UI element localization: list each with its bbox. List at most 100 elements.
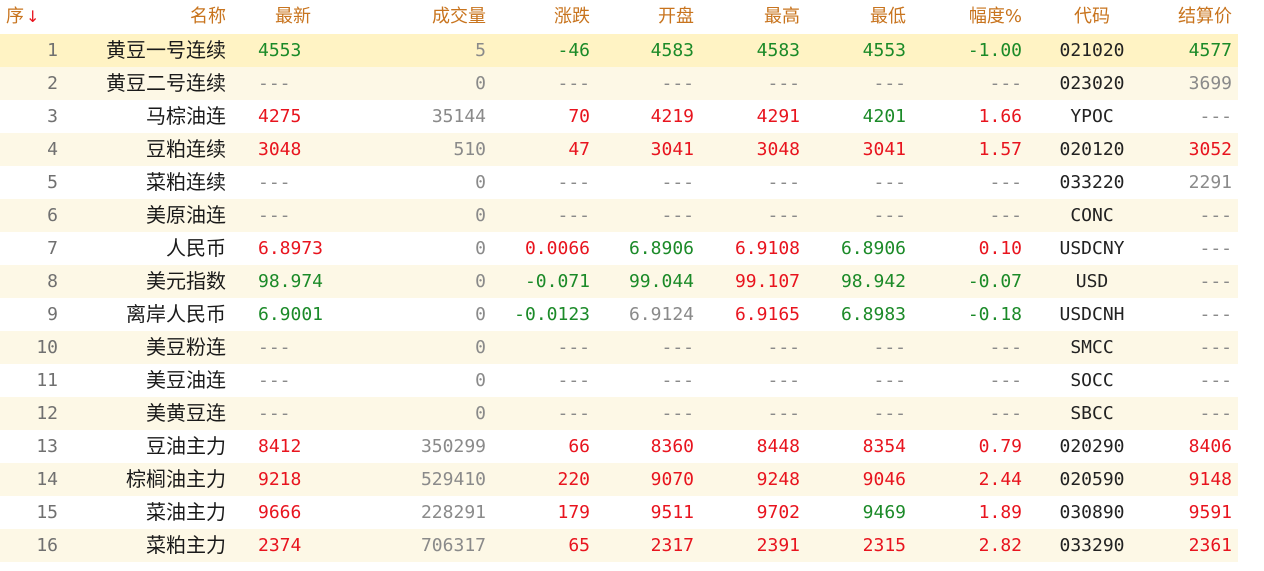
- cell-name: 美豆粉连: [146, 335, 226, 359]
- cell-change: -46: [557, 40, 590, 61]
- cell-open: ---: [661, 337, 694, 358]
- table-row[interactable]: 5 菜粕连续 --- 0 --- --- --- --- --- 033220 2291: [0, 166, 1238, 199]
- cell-settle: ---: [1199, 370, 1232, 391]
- cell-open: ---: [661, 172, 694, 193]
- cell-volume: 5: [475, 40, 486, 61]
- table-row[interactable]: 12 美黄豆连 --- 0 --- --- --- --- --- SBCC ---: [0, 397, 1238, 430]
- column-header-change[interactable]: 涨跌: [490, 0, 590, 34]
- column-header-high[interactable]: 最高: [698, 0, 800, 34]
- cell-seq: 11: [36, 370, 58, 391]
- table-row[interactable]: 16 菜粕主力 2374 706317 65 2317 2391 2315 2.82 033290…: [0, 529, 1238, 562]
- cell-seq: 13: [36, 436, 58, 457]
- cell-open: ---: [661, 73, 694, 94]
- cell-name: 马棕油连: [146, 104, 226, 128]
- cell-low: 4553: [862, 40, 906, 61]
- cell-code: 020120: [1059, 139, 1125, 160]
- cell-change: ---: [557, 172, 590, 193]
- cell-seq: 8: [47, 271, 58, 292]
- cell-seq: 3: [47, 106, 58, 127]
- table-row[interactable]: 10 美豆粉连 --- 0 --- --- --- --- --- SMCC ---: [0, 331, 1238, 364]
- cell-high: 4583: [756, 40, 800, 61]
- cell-settle: 2361: [1188, 535, 1232, 556]
- table-row[interactable]: 13 豆油主力 8412 350299 66 8360 8448 8354 0.79 020290…: [0, 430, 1238, 463]
- column-header-pct[interactable]: 幅度%: [912, 0, 1022, 34]
- cell-high: ---: [767, 205, 800, 226]
- cell-last: 9666: [258, 502, 302, 523]
- column-header-low[interactable]: 最低: [804, 0, 906, 34]
- table-row[interactable]: 2 黄豆二号连续 --- 0 --- --- --- --- --- 023020 3699: [0, 67, 1238, 100]
- cell-seq: 9: [47, 304, 58, 325]
- cell-volume: 0: [475, 304, 486, 325]
- cell-name: 美黄豆连: [146, 401, 226, 425]
- column-header-last[interactable]: 最新: [258, 0, 328, 34]
- table-body: 1 黄豆一号连续 4553 5 -46 4583 4583 4553 -1.00 021020 45…: [0, 34, 1238, 562]
- cell-last: ---: [258, 403, 291, 424]
- table-row[interactable]: 4 豆粕连续 3048 510 47 3041 3048 3041 1.57 020120 3052: [0, 133, 1238, 166]
- table-row[interactable]: 14 棕榈油主力 9218 529410 220 9070 9248 9046 2.44 0205…: [0, 463, 1238, 496]
- cell-settle: ---: [1199, 106, 1232, 127]
- table-row[interactable]: 1 黄豆一号连续 4553 5 -46 4583 4583 4553 -1.00 021020 45…: [0, 34, 1238, 67]
- column-header-open[interactable]: 开盘: [590, 0, 694, 34]
- cell-change: ---: [557, 205, 590, 226]
- cell-code: 033220: [1059, 172, 1125, 193]
- cell-change: ---: [557, 403, 590, 424]
- cell-volume: 0: [475, 205, 486, 226]
- cell-change: ---: [557, 370, 590, 391]
- cell-last: 9218: [258, 469, 302, 490]
- cell-low: ---: [873, 172, 906, 193]
- table-row[interactable]: 3 马棕油连 4275 35144 70 4219 4291 4201 1.66 YPOC ---: [0, 100, 1238, 133]
- cell-code: CONC: [1070, 205, 1114, 226]
- cell-change: 70: [568, 106, 590, 127]
- cell-pct: 1.66: [978, 106, 1022, 127]
- cell-name: 豆粕连续: [146, 137, 226, 161]
- cell-code: SMCC: [1070, 337, 1114, 358]
- cell-settle: ---: [1199, 205, 1232, 226]
- cell-settle: ---: [1199, 403, 1232, 424]
- cell-last: 98.974: [258, 271, 324, 292]
- cell-settle: ---: [1199, 271, 1232, 292]
- cell-last: 6.9001: [258, 304, 324, 325]
- cell-open: 9070: [650, 469, 694, 490]
- cell-low: 9046: [862, 469, 906, 490]
- cell-name: 人民币: [166, 236, 226, 260]
- table-row[interactable]: 9 离岸人民币 6.9001 0 -0.0123 6.9124 6.9165 6.8983 -0…: [0, 298, 1238, 331]
- table-row[interactable]: 8 美元指数 98.974 0 -0.071 99.044 99.107 98.942 -0.0…: [0, 265, 1238, 298]
- cell-low: ---: [873, 73, 906, 94]
- cell-code: USD: [1075, 271, 1109, 292]
- cell-settle: ---: [1199, 304, 1232, 325]
- cell-low: ---: [873, 370, 906, 391]
- cell-name: 棕榈油主力: [126, 467, 226, 491]
- cell-open: ---: [661, 403, 694, 424]
- column-header-name[interactable]: 名称: [60, 0, 226, 34]
- cell-name: 菜粕连续: [146, 170, 226, 194]
- table-header: 序 ↓ 名称 最新 成交量 涨跌 开盘 最高 最低 幅度% 代码 结算价: [0, 0, 1238, 34]
- cell-high: ---: [767, 337, 800, 358]
- cell-last: ---: [258, 337, 291, 358]
- cell-low: 98.942: [840, 271, 906, 292]
- table-row[interactable]: 11 美豆油连 --- 0 --- --- --- --- --- SOCC ---: [0, 364, 1238, 397]
- table-row[interactable]: 15 菜油主力 9666 228291 179 9511 9702 9469 1.89 03089…: [0, 496, 1238, 529]
- cell-change: 0.0066: [524, 238, 590, 259]
- table-row[interactable]: 6 美原油连 --- 0 --- --- --- --- --- CONC ---: [0, 199, 1238, 232]
- cell-seq: 4: [47, 139, 58, 160]
- cell-high: ---: [767, 73, 800, 94]
- cell-seq: 2: [47, 73, 58, 94]
- cell-low: 3041: [862, 139, 906, 160]
- column-header-settle[interactable]: 结算价: [1148, 0, 1232, 34]
- cell-volume: 0: [475, 370, 486, 391]
- cell-low: 6.8906: [840, 238, 906, 259]
- column-header-volume[interactable]: 成交量: [380, 0, 486, 34]
- cell-change: ---: [557, 337, 590, 358]
- cell-last: 3048: [258, 139, 302, 160]
- cell-last: 2374: [258, 535, 302, 556]
- cell-low: ---: [873, 337, 906, 358]
- cell-open: ---: [661, 205, 694, 226]
- cell-high: 4291: [756, 106, 800, 127]
- table-row[interactable]: 7 人民币 6.8973 0 0.0066 6.8906 6.9108 6.8906 0.10 U…: [0, 232, 1238, 265]
- cell-pct: 1.89: [978, 502, 1022, 523]
- column-header-seq[interactable]: 序 ↓: [6, 0, 58, 34]
- cell-pct: -0.18: [967, 304, 1022, 325]
- cell-low: ---: [873, 403, 906, 424]
- cell-settle: 9148: [1188, 469, 1232, 490]
- column-header-code[interactable]: 代码: [1040, 0, 1144, 34]
